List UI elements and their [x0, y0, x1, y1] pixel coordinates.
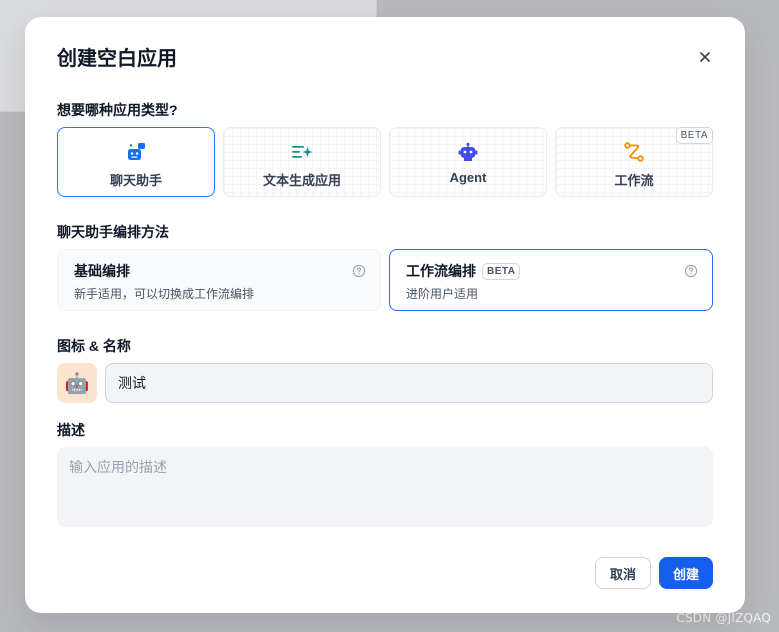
beta-badge: BETA: [675, 127, 713, 144]
workflow-icon: [622, 140, 646, 164]
app-type-workflow[interactable]: BETA 工作流: [555, 127, 713, 197]
cancel-button[interactable]: 取消: [595, 557, 651, 589]
mode-description: 进阶用户适用: [406, 287, 479, 301]
app-avatar-picker[interactable]: 🤖: [57, 363, 97, 403]
create-app-modal: 创建空白应用 想要哪种应用类型? 聊天助手 文本生成应用 Agent BETA …: [25, 17, 745, 613]
app-type-label-text: 文本生成应用: [262, 173, 341, 188]
mode-title-text: 工作流编排: [406, 263, 476, 279]
agent-robot-icon: [456, 140, 480, 164]
orchestration-label: 聊天助手编排方法: [57, 224, 169, 240]
description-input[interactable]: [57, 447, 713, 527]
text-generation-icon: [290, 140, 314, 164]
close-icon: [700, 52, 710, 62]
icon-name-label: 图标 & 名称: [57, 338, 131, 354]
orchestration-workflow[interactable]: 工作流编排 BETA 进阶用户适用: [389, 249, 713, 311]
app-type-options: 聊天助手 文本生成应用 Agent BETA 工作流: [57, 127, 713, 197]
chat-bot-icon: [124, 140, 148, 164]
app-type-chat-assistant[interactable]: 聊天助手: [57, 127, 215, 197]
orchestration-options: 基础编排 新手适用，可以切换成工作流编排 工作流编排 BETA 进阶用户适用: [57, 249, 713, 311]
mode-title: 基础编排: [74, 262, 364, 280]
orchestration-basic[interactable]: 基础编排 新手适用，可以切换成工作流编排: [57, 249, 381, 311]
help-circle-icon[interactable]: [684, 264, 698, 278]
close-button[interactable]: [693, 45, 717, 69]
modal-title: 创建空白应用: [57, 48, 177, 70]
app-name-input[interactable]: [105, 363, 713, 403]
create-button[interactable]: 创建: [659, 557, 713, 589]
watermark: CSDN @JIZQAQ: [676, 611, 771, 625]
help-circle-icon[interactable]: [352, 264, 366, 278]
app-type-label: 想要哪种应用类型?: [57, 102, 178, 118]
app-type-label-text: 工作流: [614, 173, 654, 188]
app-type-agent[interactable]: Agent: [389, 127, 547, 197]
robot-emoji-icon: 🤖: [64, 372, 90, 395]
mode-title: 工作流编排 BETA: [406, 262, 696, 280]
mode-description: 新手适用，可以切换成工作流编排: [74, 287, 255, 301]
description-label: 描述: [57, 422, 85, 438]
beta-badge: BETA: [482, 262, 521, 280]
app-type-text-generation[interactable]: 文本生成应用: [223, 127, 381, 197]
icon-name-row: 🤖: [57, 363, 713, 403]
app-type-label-text: 聊天助手: [109, 173, 162, 188]
app-type-label-text: Agent: [449, 170, 487, 185]
mode-title-text: 基础编排: [74, 263, 130, 279]
